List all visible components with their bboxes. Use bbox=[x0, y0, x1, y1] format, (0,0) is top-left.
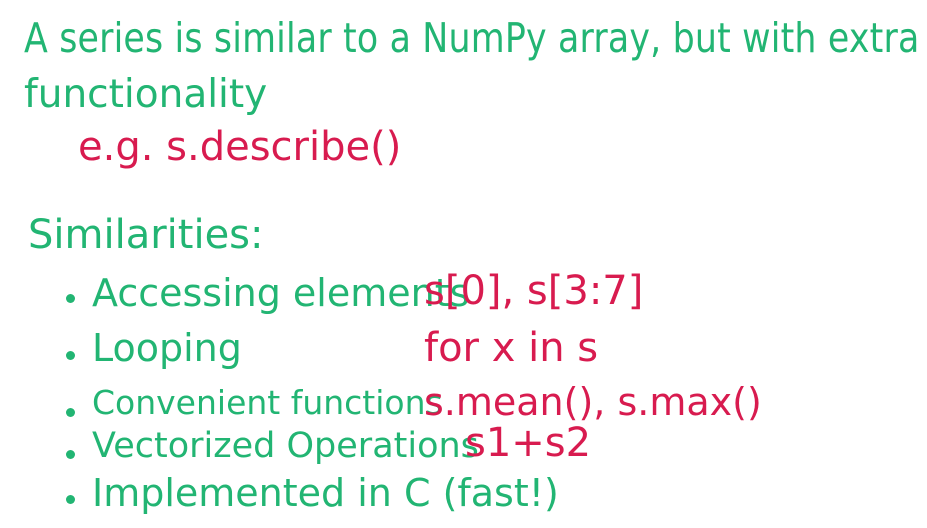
item-label-accessing-elements: Accessing elements bbox=[92, 271, 470, 315]
intro-line-2: functionality bbox=[24, 72, 268, 117]
item-label-vectorized-operations: Vectorized Operations bbox=[92, 426, 479, 466]
item-code-convenient-functions: s.mean(), s.max() bbox=[424, 380, 762, 424]
item-code-accessing-elements: s[0], s[3:7] bbox=[424, 268, 644, 314]
item-code-vectorized-operations: s1+s2 bbox=[465, 420, 592, 466]
item-label-looping: Looping bbox=[92, 326, 242, 370]
similarities-heading: Similarities: bbox=[28, 212, 264, 258]
item-code-looping: for x in s bbox=[424, 325, 599, 371]
example-code: e.g. s.describe() bbox=[78, 124, 402, 170]
bullet-icon bbox=[66, 495, 75, 504]
item-label-implemented-in-c: Implemented in C (fast!) bbox=[92, 471, 559, 515]
bullet-icon bbox=[66, 408, 75, 417]
bullet-icon bbox=[66, 450, 75, 459]
bullet-icon bbox=[66, 294, 75, 303]
item-label-convenient-functions: Convenient functions bbox=[92, 383, 443, 422]
bullet-icon bbox=[66, 351, 75, 360]
intro-line-1: A series is similar to a NumPy array, bu… bbox=[24, 14, 920, 62]
whiteboard-slide: A series is similar to a NumPy array, bu… bbox=[0, 0, 927, 528]
